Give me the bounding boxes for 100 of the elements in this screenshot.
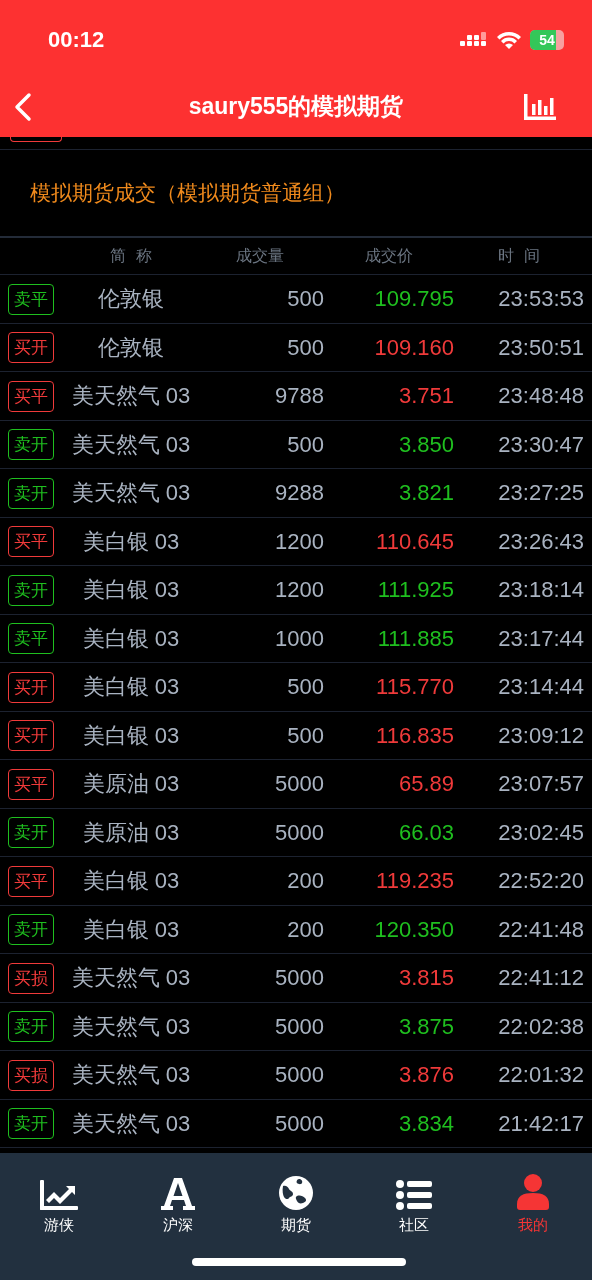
table-cell-text: 美原油 03: [82, 818, 180, 847]
wifi-icon: [496, 31, 522, 49]
tab[interactable]: 沪深: [118, 1167, 237, 1236]
trade-tag: 买损: [8, 962, 54, 994]
trade-tag: 卖开: [8, 429, 54, 461]
tab[interactable]: 期货: [236, 1167, 356, 1236]
list-icon: [396, 1180, 433, 1211]
table-cell: 23:50:51: [498, 334, 584, 361]
table-cell: 500: [287, 674, 324, 701]
table-cell-text: 美天然气 03: [71, 382, 191, 411]
trade-tag: 卖开: [8, 914, 54, 946]
table-cell-text: 美天然气 03: [71, 1109, 191, 1138]
table-cell: 23:14:44: [498, 674, 584, 701]
table-cell: 5000: [275, 1062, 324, 1089]
table-cell: 3.821: [398, 480, 454, 507]
table-cell: 116.835: [376, 722, 454, 749]
tab[interactable]: 我的: [473, 1167, 592, 1236]
table-cell: 109.795: [374, 286, 454, 313]
table-cell: 23:17:44: [498, 625, 584, 652]
table-cell: 109.160: [374, 334, 454, 361]
table-cell: 1200: [275, 577, 324, 604]
table-cell-text: 美天然气 03: [71, 1061, 191, 1090]
chart-icon: [40, 1180, 79, 1211]
table-cell: 23:53:53: [498, 286, 584, 313]
table-cell: 3.834: [398, 1110, 454, 1137]
table-cell: 5000: [275, 771, 324, 798]
tab[interactable]: 游侠: [0, 1167, 119, 1236]
table-cell: 5000: [275, 965, 324, 992]
table-cell: 23:30:47: [498, 431, 584, 458]
table-cell-text: 伦敦银: [98, 285, 164, 314]
trade-tag: 买开: [8, 671, 54, 703]
table-cell: 23:27:25: [498, 480, 584, 507]
column-header: 成交价: [365, 245, 413, 267]
table-cell: 22:01:32: [498, 1062, 584, 1089]
table-cell-text: 美天然气 03: [71, 479, 191, 508]
table-cell: 9788: [275, 383, 324, 410]
table-cell: 111.885: [377, 625, 454, 652]
table-cell: 3.875: [398, 1013, 454, 1040]
trade-tag: 卖平: [8, 623, 54, 655]
trade-tag: 卖开: [8, 1108, 54, 1140]
table-cell: 65.89: [398, 771, 454, 798]
table-cell: 9288: [275, 480, 324, 507]
person-icon: [516, 1174, 549, 1211]
trade-tag: 卖开: [8, 1011, 54, 1043]
bar-chart-icon[interactable]: [524, 93, 556, 120]
section-title: 模拟期货成交（模拟期货普通组）: [0, 150, 592, 239]
table-cell-text: 美白银 03: [82, 867, 180, 896]
trade-tag: 卖开: [8, 817, 54, 849]
table-cell: 3.815: [398, 965, 454, 992]
back-icon[interactable]: [12, 91, 34, 122]
table-cell: 23:26:43: [498, 528, 584, 555]
table-cell: 22:41:12: [498, 965, 584, 992]
trade-tag: 买开: [8, 332, 54, 364]
trade-tag: 买开: [8, 720, 54, 752]
table-cell-text: 伦敦银: [98, 333, 164, 362]
table-cell: 5000: [275, 1013, 324, 1040]
table-cell: 66.03: [398, 819, 454, 846]
table-cell: 119.235: [376, 868, 454, 895]
table-cell-text: 美白银 03: [82, 673, 180, 702]
table-cell: 120.350: [374, 916, 454, 943]
letter-a-icon: [160, 1178, 195, 1211]
trade-tag: 买平: [8, 768, 54, 800]
table-cell-text: 美天然气 03: [71, 1012, 191, 1041]
trade-tag: 卖开: [8, 477, 54, 509]
column-header: 时 间: [497, 245, 541, 267]
table-cell-text: 美白银 03: [82, 721, 180, 750]
status-time: 00:12: [48, 27, 105, 53]
table-cell: 3.751: [398, 383, 454, 410]
signal-icon: [460, 32, 488, 48]
table-cell-text: 美白银 03: [82, 624, 180, 653]
table-cell: 200: [287, 916, 324, 943]
table-cell-text: 美天然气 03: [71, 430, 191, 459]
table-cell-text: 美白银 03: [82, 576, 180, 605]
table-cell: 3.850: [398, 431, 454, 458]
table-cell: 110.645: [376, 528, 454, 555]
table-cell: 500: [287, 431, 324, 458]
battery-level: 54: [539, 32, 555, 48]
table-cell: 111.925: [377, 577, 454, 604]
trade-tag: 买平: [8, 380, 54, 412]
table-cell: 115.770: [376, 674, 454, 701]
trade-tag: 买损: [8, 1059, 54, 1091]
table-cell: 23:07:57: [498, 771, 584, 798]
table-cell: 23:48:48: [498, 383, 584, 410]
trade-tag: 卖平: [8, 283, 54, 315]
table-cell: 21:42:17: [498, 1110, 584, 1137]
table-cell-text: 美天然气 03: [71, 964, 191, 993]
trade-tag: 买平: [8, 526, 54, 558]
table-cell: 200: [287, 868, 324, 895]
trade-tag: 买平: [8, 865, 54, 897]
table-cell-text: 美白银 03: [82, 915, 180, 944]
table-cell: 22:52:20: [498, 868, 584, 895]
page-title: saury555的模拟期货: [188, 92, 404, 122]
tab[interactable]: 社区: [355, 1167, 474, 1236]
column-header: 简 称: [109, 245, 153, 267]
table-cell: 22:41:48: [498, 916, 584, 943]
globe-icon: [279, 1176, 313, 1211]
table-cell: 1000: [275, 625, 324, 652]
table-cell: 500: [287, 286, 324, 313]
table-cell: 5000: [275, 819, 324, 846]
table-cell: 500: [287, 334, 324, 361]
